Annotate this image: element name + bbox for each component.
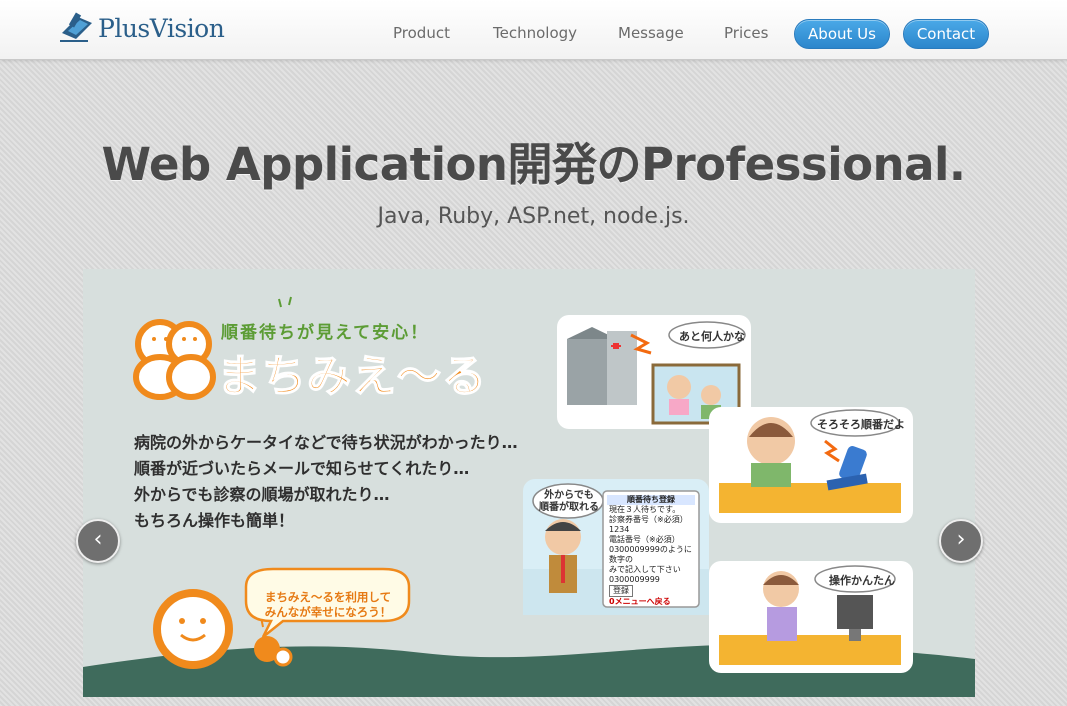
slide-description-line-4: もちろん操作も簡単！: [134, 511, 295, 530]
chevron-left-icon: ‹: [93, 527, 103, 552]
phone-screen-register-button: 登録: [609, 585, 633, 597]
brand-mascot-icon: [133, 319, 216, 400]
nav-product[interactable]: Product: [393, 24, 450, 42]
hero-title: Web Application開発のProfessional.: [101, 138, 966, 191]
phone-screen-line-5: 0300009999のように数字の: [609, 545, 692, 564]
nav-contact-button[interactable]: Contact: [903, 19, 989, 49]
mascot-bubble-text: まちみえ〜るを利用して みんなが幸せになろう！: [248, 590, 408, 620]
logo[interactable]: PlusVision: [58, 8, 225, 48]
pc-bubble-text: 操作かんたん: [829, 574, 895, 587]
outside-bubble-line-1: 外からでも: [544, 490, 594, 501]
carousel-next-button[interactable]: ›: [939, 519, 983, 563]
phone-screen-line-4: 電話番号（※必須）: [609, 535, 680, 544]
nav-technology[interactable]: Technology: [493, 24, 577, 42]
outside-bubble-text: 外からでも 順番が取れる: [539, 490, 599, 514]
mascot-bubble-line-2: みんなが幸せになろう！: [264, 605, 392, 619]
chevron-right-icon: ›: [956, 527, 966, 552]
slide-description: 病院の外からケータイなどで待ち状況がわかったり… 順番が近づいたらメールで知らせ…: [134, 430, 518, 534]
phone-screen-line-1: 現在３人待ちです。: [609, 505, 681, 514]
plusvision-logo-icon: [60, 12, 92, 42]
mascot-bubble-line-1: まちみえ〜るを利用して: [264, 590, 392, 604]
phone-bubble-text: そろそろ順番だよ: [817, 418, 905, 431]
slide-description-line-1: 病院の外からケータイなどで待ち状況がわかったり…: [134, 433, 518, 452]
navbar: PlusVision Product Technology Message Pr…: [0, 0, 1067, 60]
logo-text: PlusVision: [98, 13, 225, 43]
nav-about-us-button[interactable]: About Us: [794, 19, 890, 49]
outside-bubble-line-2: 順番が取れる: [539, 502, 599, 513]
phone-screen-title: 順番待ち登録: [627, 495, 675, 504]
phone-screen-line-3: 1234: [609, 525, 630, 534]
carousel-prev-button[interactable]: ‹: [76, 519, 120, 563]
phone-screen: 順番待ち登録 現在３人待ちです。 診察券番号（※必須） 1234 電話番号（※必…: [609, 495, 693, 607]
hero-subtitle: Java, Ruby, ASP.net, node.js.: [377, 204, 690, 229]
nav-prices[interactable]: Prices: [724, 24, 768, 42]
slide-description-line-2: 順番が近づいたらメールで知らせてくれたり…: [134, 459, 470, 478]
phone-screen-line-2: 診察券番号（※必須）: [609, 515, 688, 524]
hospital-bubble-text: あと何人かな: [679, 330, 745, 343]
nav-message[interactable]: Message: [618, 24, 684, 42]
phone-screen-line-6: みで記入して下さい: [609, 565, 681, 574]
phone-screen-menu-link: 0メニューへ戻る: [609, 597, 671, 606]
slide-brand-logo: まちみえ〜る: [216, 350, 487, 403]
phone-screen-line-7: 0300009999: [609, 575, 660, 584]
slide-description-line-3: 外からでも診察の順場が取れたり…: [134, 485, 390, 504]
